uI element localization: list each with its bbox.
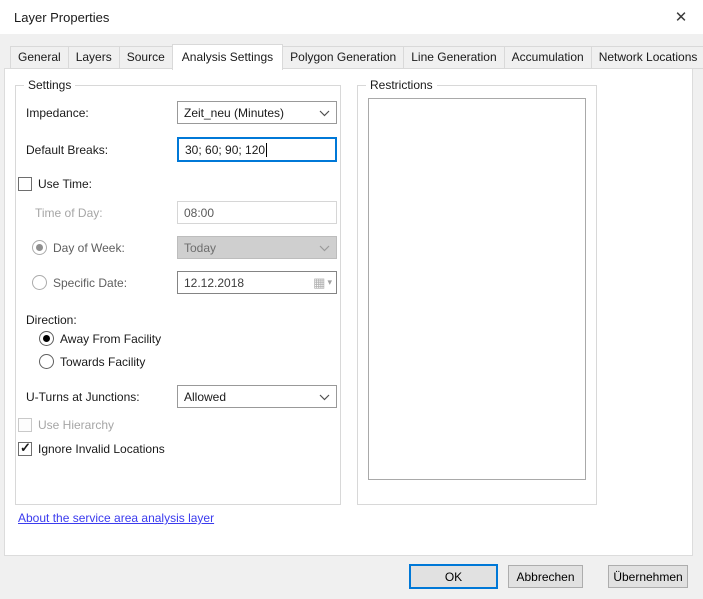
specific-date-value: 12.12.2018	[184, 276, 244, 290]
tab-network-locations[interactable]: Network Locations	[591, 46, 703, 69]
radio-selected-icon	[32, 240, 47, 255]
apply-button[interactable]: Übernehmen	[608, 565, 688, 588]
default-breaks-value: 30; 60; 90; 120	[185, 143, 265, 157]
chevron-down-icon	[319, 394, 330, 401]
ignore-invalid-locations-checkbox[interactable]: ✓ Ignore Invalid Locations	[18, 442, 165, 456]
day-of-week-radio: Day of Week:	[32, 240, 125, 255]
specific-date-input: 12.12.2018 ▦ ▾	[177, 271, 337, 294]
calendar-dropdown-arrow-icon: ▾	[327, 278, 332, 287]
tab-polygon-generation[interactable]: Polygon Generation	[282, 46, 404, 69]
ignore-invalid-locations-label: Ignore Invalid Locations	[38, 442, 165, 456]
day-of-week-value: Today	[184, 241, 216, 255]
default-breaks-label: Default Breaks:	[26, 137, 108, 162]
direction-towards-radio[interactable]: Towards Facility	[39, 354, 145, 369]
direction-towards-label: Towards Facility	[60, 355, 145, 369]
tab-general[interactable]: General	[10, 46, 69, 69]
time-of-day-value: 08:00	[184, 206, 214, 220]
u-turns-value: Allowed	[184, 390, 226, 404]
close-icon[interactable]: ✕	[665, 3, 697, 31]
chevron-down-icon	[319, 245, 330, 252]
specific-date-label: Specific Date:	[53, 276, 127, 290]
use-hierarchy-checkbox: Use Hierarchy	[18, 418, 114, 432]
settings-groupbox: Settings Impedance: Zeit_neu (Minutes) D…	[15, 85, 341, 505]
impedance-value: Zeit_neu (Minutes)	[184, 106, 284, 120]
u-turns-dropdown[interactable]: Allowed	[177, 385, 337, 408]
direction-away-radio[interactable]: Away From Facility	[39, 331, 161, 346]
ok-button[interactable]: OK	[409, 564, 498, 589]
checkbox-icon	[18, 177, 32, 191]
date-picker-button: ▦ ▾	[313, 272, 332, 293]
text-caret	[266, 143, 267, 157]
calendar-icon: ▦	[313, 276, 325, 289]
direction-away-label: Away From Facility	[60, 332, 161, 346]
radio-selected-icon	[39, 331, 54, 346]
tab-layers[interactable]: Layers	[68, 46, 120, 69]
tab-source[interactable]: Source	[119, 46, 173, 69]
use-time-checkbox[interactable]: Use Time:	[18, 177, 92, 191]
checkmark-icon: ✓	[20, 440, 31, 456]
use-hierarchy-label: Use Hierarchy	[38, 418, 114, 432]
day-of-week-dropdown: Today	[177, 236, 337, 259]
checkbox-icon	[18, 418, 32, 432]
chevron-down-icon	[319, 110, 330, 117]
title-bar: Layer Properties ✕	[0, 0, 703, 34]
window-title: Layer Properties	[14, 0, 109, 34]
tab-line-generation[interactable]: Line Generation	[403, 46, 504, 69]
u-turns-label: U-Turns at Junctions:	[26, 385, 140, 408]
impedance-dropdown[interactable]: Zeit_neu (Minutes)	[177, 101, 337, 124]
checkbox-checked-icon: ✓	[18, 442, 32, 456]
restrictions-groupbox: Restrictions	[357, 85, 597, 505]
tab-accumulation[interactable]: Accumulation	[504, 46, 592, 69]
tab-analysis-settings[interactable]: Analysis Settings	[172, 44, 283, 70]
tab-strip: General Layers Source Analysis Settings …	[10, 45, 703, 69]
restrictions-group-label: Restrictions	[366, 78, 437, 92]
radio-unselected-icon	[39, 354, 54, 369]
time-of-day-input: 08:00	[177, 201, 337, 224]
layer-properties-dialog: Layer Properties ✕ General Layers Source…	[0, 0, 703, 599]
use-time-label: Use Time:	[38, 177, 92, 191]
impedance-label: Impedance:	[26, 101, 89, 124]
time-of-day-label: Time of Day:	[35, 201, 103, 224]
radio-unselected-icon	[32, 275, 47, 290]
restrictions-listbox[interactable]	[368, 98, 586, 480]
settings-group-label: Settings	[24, 78, 75, 92]
direction-label: Direction:	[26, 310, 77, 330]
default-breaks-input[interactable]: 30; 60; 90; 120	[177, 137, 337, 162]
tab-panel-analysis-settings: Settings Impedance: Zeit_neu (Minutes) D…	[4, 68, 693, 556]
specific-date-radio: Specific Date:	[32, 275, 127, 290]
about-service-area-link[interactable]: About the service area analysis layer	[18, 511, 214, 525]
cancel-button[interactable]: Abbrechen	[508, 565, 583, 588]
day-of-week-label: Day of Week:	[53, 241, 125, 255]
